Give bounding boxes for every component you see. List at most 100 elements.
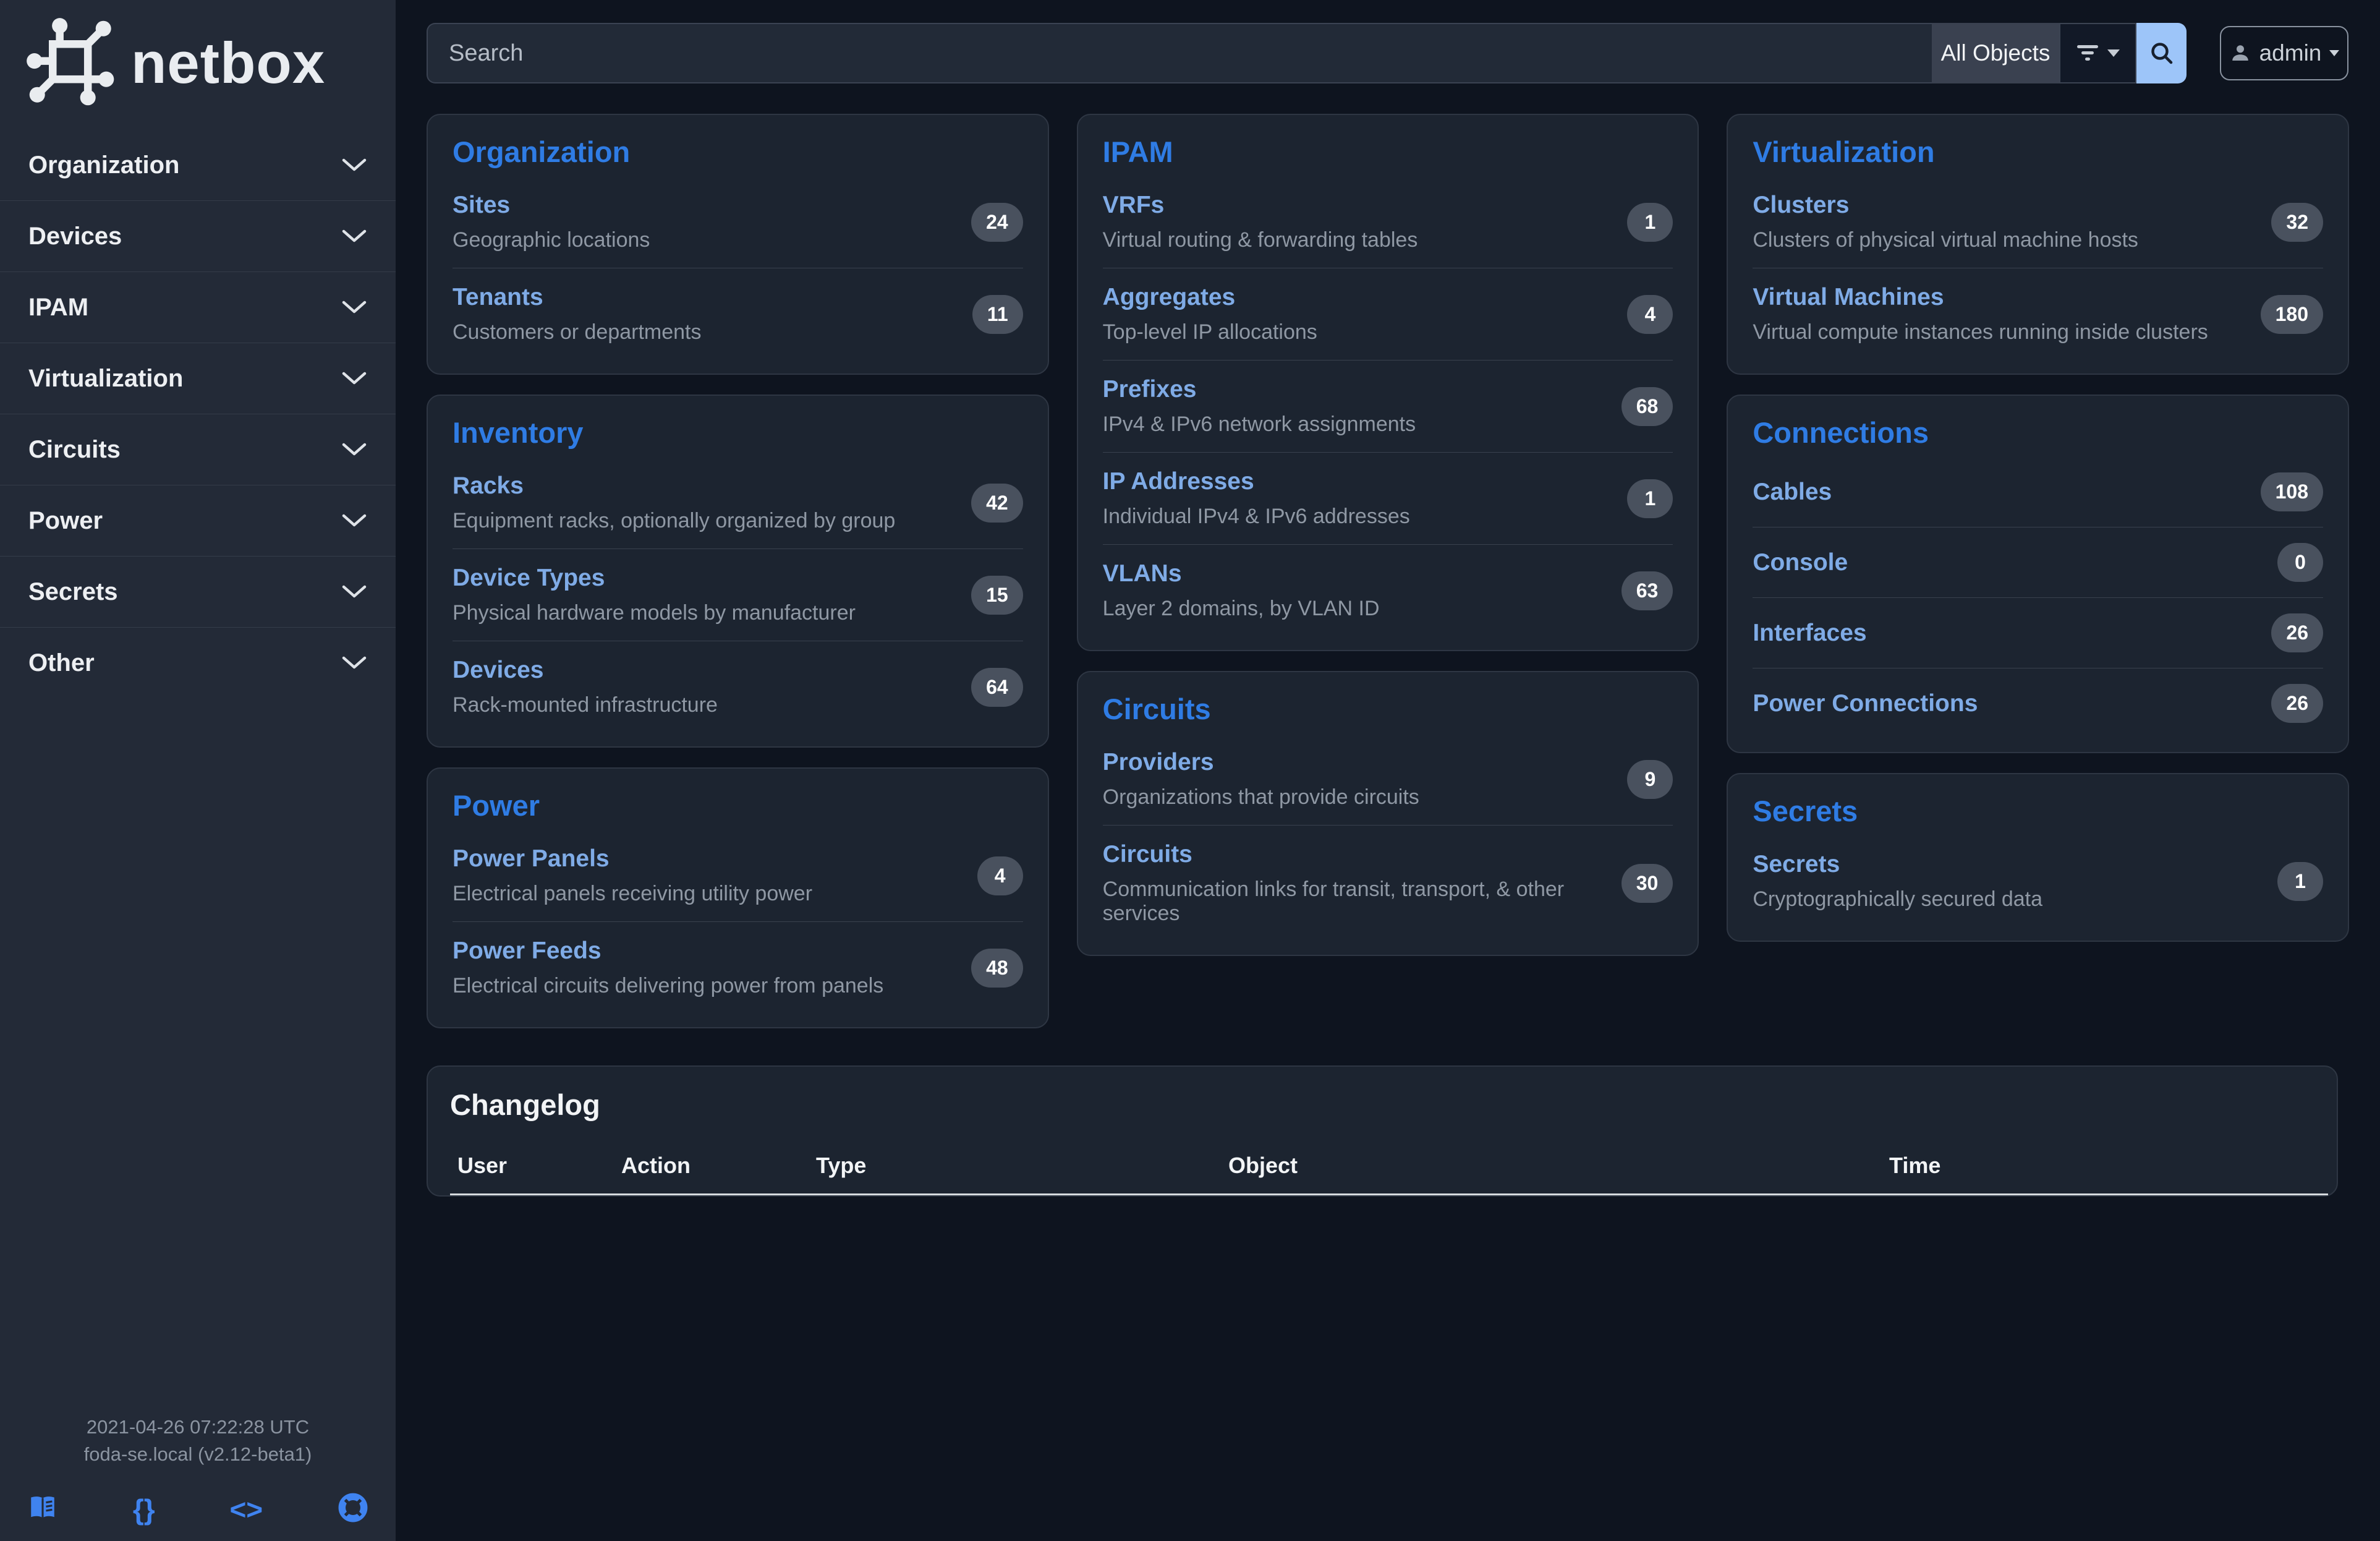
sidebar: netbox Organization Devices IPAM Virtual… bbox=[0, 0, 396, 1541]
count-badge: 26 bbox=[2271, 684, 2323, 723]
search-icon bbox=[2148, 39, 2176, 67]
cards-column: Virtualization Clusters Clusters of phys… bbox=[1727, 114, 2349, 942]
docs-book-icon[interactable] bbox=[27, 1492, 58, 1526]
count-badge: 68 bbox=[1621, 387, 1673, 426]
card-title: Power bbox=[453, 788, 1023, 822]
card-item: Providers Organizations that provide cir… bbox=[1103, 733, 1673, 825]
search-submit-button[interactable] bbox=[2136, 23, 2187, 83]
card-item-link[interactable]: Cables bbox=[1753, 479, 1832, 506]
search-scope-label: All Objects bbox=[1941, 40, 2051, 66]
count-badge: 63 bbox=[1621, 571, 1673, 610]
card-item: Racks Equipment racks, optionally organi… bbox=[453, 457, 1023, 549]
search-filter-dropdown-button[interactable] bbox=[2059, 23, 2136, 83]
host-version: foda-se.local (v2.12-beta1) bbox=[0, 1441, 396, 1468]
cards-column: IPAM VRFs Virtual routing & forwarding t… bbox=[1077, 114, 1699, 956]
sidebar-item-other[interactable]: Other bbox=[0, 627, 396, 698]
card-item-link[interactable]: Clusters bbox=[1753, 192, 2138, 219]
card-item-description: Electrical panels receiving utility powe… bbox=[453, 882, 812, 906]
card-organization: Organization Sites Geographic locations … bbox=[427, 114, 1049, 375]
card-item-description: Virtual compute instances running inside… bbox=[1753, 320, 2208, 344]
card-item-link[interactable]: Tenants bbox=[453, 284, 702, 311]
card-ipam: IPAM VRFs Virtual routing & forwarding t… bbox=[1077, 114, 1699, 651]
count-badge: 1 bbox=[1627, 203, 1673, 242]
sidebar-item-label: Virtualization bbox=[28, 365, 183, 393]
card-connections: Connections Cables 108 Console 0 Interfa… bbox=[1727, 395, 2349, 753]
cards-column: Organization Sites Geographic locations … bbox=[427, 114, 1049, 1028]
card-item-link[interactable]: Power Feeds bbox=[453, 937, 883, 965]
sidebar-item-power[interactable]: Power bbox=[0, 485, 396, 556]
cards-row: Organization Sites Geographic locations … bbox=[427, 114, 2349, 1028]
sidebar-item-label: Secrets bbox=[28, 578, 118, 606]
card-item: Circuits Communication links for transit… bbox=[1103, 825, 1673, 941]
server-time: 2021-04-26 07:22:28 UTC bbox=[0, 1414, 396, 1441]
user-menu-button[interactable]: admin bbox=[2220, 26, 2348, 80]
card-item-description: Equipment racks, optionally organized by… bbox=[453, 509, 895, 533]
card-item-link[interactable]: Providers bbox=[1103, 749, 1419, 776]
user-icon bbox=[2229, 42, 2251, 64]
chevron-down-icon bbox=[341, 229, 367, 244]
card-item: Prefixes IPv4 & IPv6 network assignments… bbox=[1103, 360, 1673, 452]
changelog-header-row: UserActionTypeObjectTime bbox=[450, 1139, 2328, 1195]
count-badge: 32 bbox=[2271, 203, 2323, 242]
sidebar-item-devices[interactable]: Devices bbox=[0, 200, 396, 271]
card-title: Secrets bbox=[1753, 794, 2323, 828]
card-item-link[interactable]: Racks bbox=[453, 472, 895, 500]
global-search-bar: All Objects bbox=[427, 23, 2187, 83]
help-lifering-icon[interactable] bbox=[338, 1492, 368, 1526]
count-badge: 4 bbox=[977, 856, 1023, 895]
card-item: Console 0 bbox=[1753, 527, 2323, 597]
sidebar-item-label: Other bbox=[28, 649, 95, 677]
changelog-table: UserActionTypeObjectTime bbox=[450, 1139, 2328, 1195]
card-item-link[interactable]: VLANs bbox=[1103, 560, 1380, 587]
brand[interactable]: netbox bbox=[0, 0, 396, 109]
card-title: Connections bbox=[1753, 416, 2323, 450]
card-item-description: Clusters of physical virtual machine hos… bbox=[1753, 228, 2138, 252]
card-title: Virtualization bbox=[1753, 135, 2323, 169]
card-title: IPAM bbox=[1103, 135, 1673, 169]
card-item: Virtual Machines Virtual compute instanc… bbox=[1753, 268, 2323, 360]
card-item-link[interactable]: Console bbox=[1753, 549, 1848, 576]
card-item-link[interactable]: Interfaces bbox=[1753, 620, 1866, 647]
sidebar-item-organization[interactable]: Organization bbox=[0, 130, 396, 200]
sidebar-item-virtualization[interactable]: Virtualization bbox=[0, 343, 396, 414]
user-menu-label: admin bbox=[2259, 40, 2322, 66]
changelog-card: Changelog UserActionTypeObjectTime bbox=[427, 1065, 2338, 1197]
card-item-link[interactable]: Devices bbox=[453, 657, 718, 684]
search-scope-button[interactable]: All Objects bbox=[1932, 23, 2059, 83]
count-badge: 9 bbox=[1627, 760, 1673, 799]
card-item-description: Communication links for transit, transpo… bbox=[1103, 877, 1607, 926]
card-item-link[interactable]: Device Types bbox=[453, 565, 856, 592]
sidebar-item-label: Devices bbox=[28, 223, 122, 250]
count-badge: 108 bbox=[2261, 472, 2323, 511]
card-item: Aggregates Top-level IP allocations 4 bbox=[1103, 268, 1673, 360]
card-item-link[interactable]: Virtual Machines bbox=[1753, 284, 2208, 311]
column-header-object: Object bbox=[1221, 1139, 1882, 1195]
card-item-link[interactable]: VRFs bbox=[1103, 192, 1418, 219]
sidebar-item-secrets[interactable]: Secrets bbox=[0, 556, 396, 627]
brand-name: netbox bbox=[131, 30, 325, 96]
card-item-link[interactable]: Circuits bbox=[1103, 841, 1607, 868]
api-braces-icon[interactable]: {} bbox=[133, 1495, 155, 1524]
search-input[interactable] bbox=[427, 23, 1932, 83]
card-item-link[interactable]: Sites bbox=[453, 192, 650, 219]
card-item-link[interactable]: IP Addresses bbox=[1103, 468, 1410, 495]
card-item-description: Organizations that provide circuits bbox=[1103, 785, 1419, 809]
card-item: Secrets Cryptographically secured data 1 bbox=[1753, 835, 2323, 927]
sidebar-item-label: Circuits bbox=[28, 436, 121, 464]
sidebar-item-ipam[interactable]: IPAM bbox=[0, 271, 396, 343]
card-item-link[interactable]: Aggregates bbox=[1103, 284, 1317, 311]
source-code-icon[interactable]: <> bbox=[229, 1495, 263, 1524]
card-item-link[interactable]: Power Panels bbox=[453, 845, 812, 873]
card-item: IP Addresses Individual IPv4 & IPv6 addr… bbox=[1103, 452, 1673, 544]
sidebar-nav: Organization Devices IPAM Virtualization… bbox=[0, 130, 396, 698]
chevron-down-icon bbox=[341, 442, 367, 457]
card-item-link[interactable]: Power Connections bbox=[1753, 690, 1978, 717]
changelog-title: Changelog bbox=[450, 1088, 2314, 1122]
card-item-link[interactable]: Secrets bbox=[1753, 851, 2042, 878]
card-item-description: Rack-mounted infrastructure bbox=[453, 693, 718, 717]
sidebar-item-circuits[interactable]: Circuits bbox=[0, 414, 396, 485]
netbox-logo-icon bbox=[19, 17, 125, 109]
count-badge: 11 bbox=[972, 295, 1023, 334]
card-item-link[interactable]: Prefixes bbox=[1103, 376, 1416, 403]
card-item-description: Geographic locations bbox=[453, 228, 650, 252]
